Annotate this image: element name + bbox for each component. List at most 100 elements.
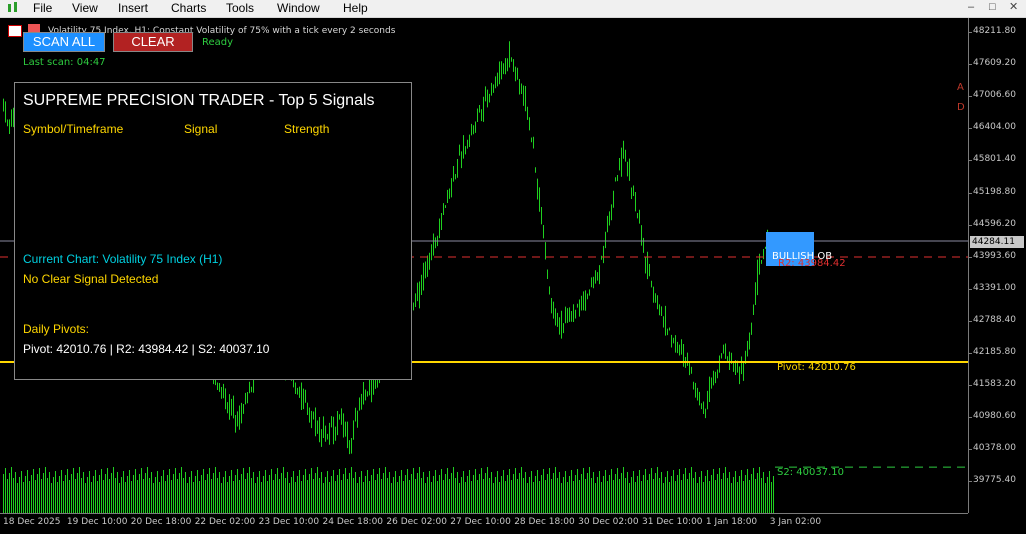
volume-bar [395, 471, 396, 513]
volume-bar [697, 483, 698, 513]
volume-bar [579, 480, 580, 513]
volume-bar [277, 468, 278, 513]
volume-bar [681, 480, 682, 513]
volume-bar [563, 477, 564, 513]
price-tick [969, 64, 972, 66]
time-tick-label: 30 Dec 02:00 [578, 517, 639, 527]
volume-bar [85, 483, 86, 513]
volume-bar [323, 483, 324, 513]
volume-bar [343, 474, 344, 513]
volume-bar [279, 479, 280, 513]
volume-bar [385, 467, 386, 513]
volume-bar [699, 477, 700, 513]
volume-bar [113, 467, 114, 513]
volume-bar [389, 472, 390, 513]
volume-bar [201, 475, 202, 513]
volume-bar [303, 475, 304, 513]
price-tick [969, 32, 972, 33]
time-axis[interactable]: 18 Dec 2025 19 Dec 10:00 20 Dec 18:00 22 De… [0, 513, 968, 534]
volume-bar [87, 477, 88, 513]
price-axis[interactable]: 44284.11 48211.80 47609.20 47006.60 46404.0… [968, 18, 1026, 513]
volume-bar [325, 477, 326, 513]
volume-bar [491, 472, 492, 513]
volume-bar [623, 467, 624, 513]
volume-bar [577, 469, 578, 513]
volume-bar [363, 482, 364, 513]
volume-bar [75, 479, 76, 513]
volume-bar [9, 473, 10, 513]
volume-bar [161, 476, 162, 513]
time-tick-label: 26 Dec 02:00 [386, 517, 447, 527]
volume-bar [181, 467, 182, 513]
daily-pivots-values: Pivot: 42010.76 | R2: 43984.42 | S2: 400… [23, 342, 270, 356]
volume-bar [659, 478, 660, 513]
menu-tools[interactable]: Tools [226, 0, 254, 16]
volume-bar [267, 481, 268, 513]
restore-button[interactable]: □ [989, 0, 996, 14]
symbol-menu-icon[interactable] [8, 25, 22, 37]
volume-bar [401, 470, 402, 513]
volume-bar [23, 482, 24, 513]
volume-bar [197, 470, 198, 513]
volume-bar [393, 477, 394, 513]
volume-bar [511, 480, 512, 513]
volume-bar [629, 483, 630, 513]
volume-bar [537, 470, 538, 513]
volume-bar [45, 467, 46, 513]
menu-file[interactable]: File [33, 0, 52, 16]
volume-bar [269, 475, 270, 513]
volume-bar [675, 481, 676, 513]
menu-help[interactable]: Help [343, 0, 368, 16]
volume-bar [717, 474, 718, 513]
volume-bar [611, 469, 612, 513]
volume-bar [271, 469, 272, 513]
volume-bar [647, 480, 648, 513]
volume-bar [627, 472, 628, 513]
volume-bar [143, 479, 144, 513]
volume-bar [411, 474, 412, 513]
volume-bar [663, 483, 664, 513]
volume-bar [193, 482, 194, 513]
volume-bar [709, 481, 710, 513]
menu-charts[interactable]: Charts [171, 0, 206, 16]
volume-bar [495, 477, 496, 513]
price-tick [969, 481, 972, 483]
volume-bar [731, 483, 732, 513]
volume-bar [13, 478, 14, 513]
volume-bar [109, 479, 110, 513]
close-button[interactable]: ✕ [1009, 0, 1018, 14]
volume-bar [641, 481, 642, 513]
minimize-button[interactable]: – [968, 0, 974, 14]
volume-bar [725, 467, 726, 513]
volume-bar [417, 473, 418, 513]
volume-bar [677, 475, 678, 513]
volume-bar [313, 479, 314, 513]
scan-all-button[interactable]: SCAN ALL [23, 32, 105, 52]
volume-bar [287, 472, 288, 513]
price-tick [969, 320, 972, 322]
volume-bar [689, 473, 690, 513]
volume-bar [241, 474, 242, 513]
volume-bar [369, 481, 370, 513]
volume-bar [771, 482, 772, 513]
volume-bar [465, 482, 466, 513]
volume-bar [83, 472, 84, 513]
volume-bar [223, 477, 224, 513]
volume-bar [91, 482, 92, 513]
volume-bar [187, 483, 188, 513]
menu-window[interactable]: Window [277, 0, 320, 16]
volume-bar [315, 473, 316, 513]
menu-insert[interactable]: Insert [118, 0, 148, 16]
volume-bar [295, 482, 296, 513]
price-tick [969, 96, 972, 98]
volume-bar [733, 477, 734, 513]
clear-button[interactable]: CLEAR [113, 32, 193, 52]
volume-bar [529, 477, 530, 513]
volume-bar [337, 475, 338, 513]
volume-bar [589, 467, 590, 513]
volume-bar [545, 480, 546, 513]
signals-panel: SUPREME PRECISION TRADER - Top 5 Signals… [14, 82, 412, 380]
volume-bar [413, 468, 414, 513]
volume-bar [213, 473, 214, 513]
menu-view[interactable]: View [72, 0, 98, 16]
